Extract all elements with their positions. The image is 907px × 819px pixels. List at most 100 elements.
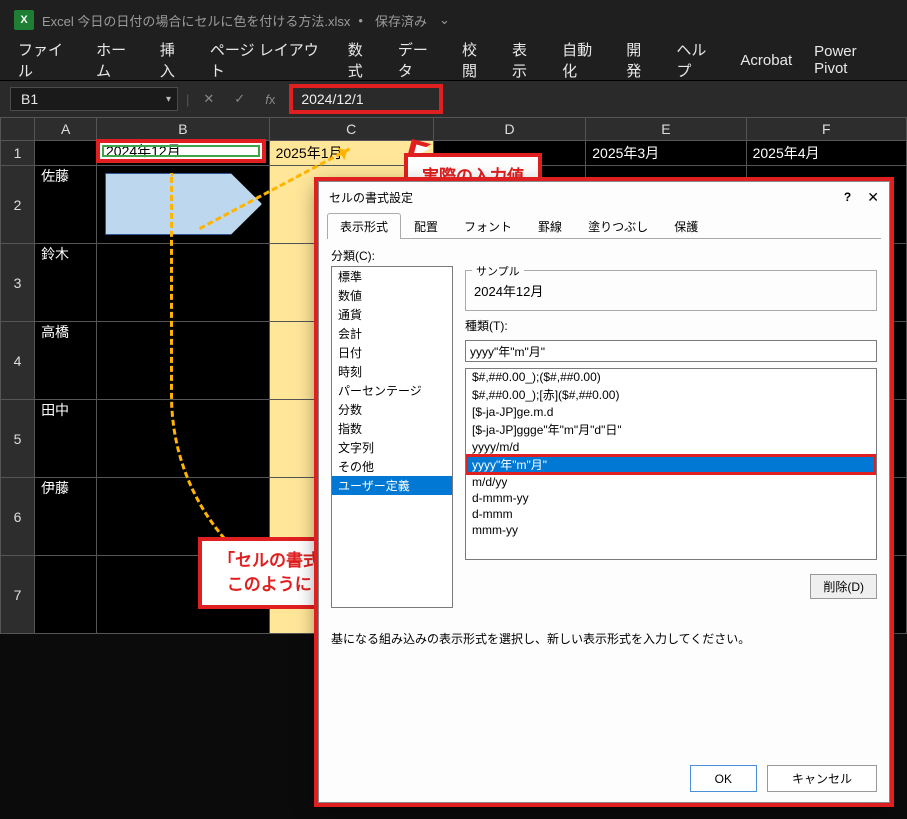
ribbon-tab-developer[interactable]: 開発	[626, 39, 654, 81]
category-item[interactable]: 分数	[332, 400, 452, 419]
type-label: 種類(T):	[465, 317, 877, 334]
chevron-down-icon[interactable]: ⌄	[435, 12, 454, 28]
row-header-3[interactable]: 3	[1, 244, 35, 322]
category-item[interactable]: パーセンテージ	[332, 381, 452, 400]
tab-alignment[interactable]: 配置	[401, 213, 451, 239]
confirm-entry-icon[interactable]: ✓	[228, 91, 251, 107]
type-item[interactable]: $#,##0.00_);($#,##0.00)	[466, 369, 876, 385]
type-input[interactable]	[465, 340, 877, 362]
ribbon-tab-automate[interactable]: 自動化	[562, 39, 604, 81]
cell-b4[interactable]	[97, 322, 269, 400]
workbook-filename: Excel 今日の日付の場合にセルに色を付ける方法.xlsx	[42, 11, 350, 30]
cell-f1[interactable]: 2025年4月	[746, 141, 906, 166]
name-box[interactable]: B1 ▾	[10, 87, 178, 111]
cancel-button[interactable]: キャンセル	[767, 765, 877, 792]
dialog-titlebar: セルの書式設定 ? ✕	[319, 182, 889, 212]
cell-a7[interactable]	[35, 556, 97, 634]
category-item[interactable]: 会計	[332, 324, 452, 343]
type-item[interactable]: d-mmm-yy	[466, 490, 876, 506]
category-item[interactable]: 日付	[332, 343, 452, 362]
help-icon[interactable]: ?	[844, 190, 851, 204]
tab-fill[interactable]: 塗りつぶし	[575, 213, 661, 239]
cell-b1-displayed-value: 2024年12月	[106, 141, 181, 161]
select-all-corner[interactable]	[1, 118, 35, 141]
row-header-2[interactable]: 2	[1, 166, 35, 244]
name-box-value: B1	[21, 91, 38, 107]
category-item[interactable]: 標準	[332, 267, 452, 286]
ribbon-tab-insert[interactable]: 挿入	[160, 39, 188, 81]
sample-box: サンプル 2024年12月	[465, 270, 877, 311]
sample-value: 2024年12月	[474, 281, 868, 300]
row-header-4[interactable]: 4	[1, 322, 35, 400]
category-item[interactable]: その他	[332, 457, 452, 476]
drawing-pentagon-shape[interactable]	[105, 173, 262, 235]
row-header-1[interactable]: 1	[1, 141, 35, 166]
dialog-hint-text: 基になる組み込みの表示形式を選択し、新しい表示形式を入力してください。	[331, 630, 877, 647]
col-header-e[interactable]: E	[586, 118, 746, 141]
ribbon-tab-acrobat[interactable]: Acrobat	[740, 52, 792, 69]
type-item[interactable]: $#,##0.00_);[赤]($#,##0.00)	[466, 385, 876, 404]
close-icon[interactable]: ✕	[867, 189, 879, 206]
type-item[interactable]: m/d/yy	[466, 474, 876, 490]
col-header-b[interactable]: B	[97, 118, 269, 141]
col-header-f[interactable]: F	[746, 118, 906, 141]
cell-b3[interactable]	[97, 244, 269, 322]
type-item[interactable]: yyyy/m/d	[466, 439, 876, 455]
row-header-7[interactable]: 7	[1, 556, 35, 634]
category-item[interactable]: 指数	[332, 419, 452, 438]
format-cells-dialog: セルの書式設定 ? ✕ 表示形式 配置 フォント 罫線 塗りつぶし 保護 分類(…	[318, 181, 890, 803]
category-list[interactable]: 標準 数値 通貨 会計 日付 時刻 パーセンテージ 分数 指数 文字列 その他 …	[331, 266, 453, 608]
save-state: 保存済み	[375, 11, 427, 30]
category-item[interactable]: 通貨	[332, 305, 452, 324]
cell-e1[interactable]: 2025年3月	[586, 141, 746, 166]
cell-a3[interactable]: 鈴木	[35, 244, 97, 322]
fx-icon[interactable]: fx	[259, 92, 281, 107]
category-item[interactable]: 数値	[332, 286, 452, 305]
ribbon-tab-data[interactable]: データ	[398, 39, 440, 81]
delete-format-button[interactable]: 削除(D)	[810, 574, 877, 599]
col-header-a[interactable]: A	[35, 118, 97, 141]
row-header-6[interactable]: 6	[1, 478, 35, 556]
cell-a4[interactable]: 高橋	[35, 322, 97, 400]
cell-b5[interactable]	[97, 400, 269, 478]
category-item-selected[interactable]: ユーザー定義	[332, 476, 452, 495]
cancel-entry-icon[interactable]: ✕	[197, 91, 220, 107]
dialog-tabs: 表示形式 配置 フォント 罫線 塗りつぶし 保護	[319, 212, 889, 238]
cell-a1[interactable]	[35, 141, 97, 166]
ribbon-tab-formulas[interactable]: 数式	[348, 39, 376, 81]
tab-font[interactable]: フォント	[451, 213, 525, 239]
ribbon-tab-home[interactable]: ホーム	[96, 39, 138, 81]
col-header-d[interactable]: D	[433, 118, 585, 141]
selected-cell-b1[interactable]: 2024年12月	[96, 139, 266, 163]
row-header-5[interactable]: 5	[1, 400, 35, 478]
cell-a2[interactable]: 佐藤	[35, 166, 97, 244]
type-item-selected[interactable]: yyyy"年"m"月"	[466, 455, 876, 474]
formula-bar: B1 ▾ | ✕ ✓ fx 2024/12/1	[0, 81, 907, 117]
type-item[interactable]: [$-ja-JP]ge.m.d	[466, 404, 876, 420]
category-item[interactable]: 時刻	[332, 362, 452, 381]
ribbon-tab-help[interactable]: ヘルプ	[676, 39, 718, 81]
type-item[interactable]: d-mmm	[466, 506, 876, 522]
ribbon-tab-review[interactable]: 校閲	[462, 39, 490, 81]
tab-protection[interactable]: 保護	[661, 213, 711, 239]
type-item[interactable]: [$-ja-JP]ggge"年"m"月"d"日"	[466, 420, 876, 439]
type-item[interactable]: mmm-yy	[466, 522, 876, 538]
ribbon-tabs: ファイル ホーム 挿入 ページ レイアウト 数式 データ 校閲 表示 自動化 開…	[0, 40, 907, 81]
cell-a5[interactable]: 田中	[35, 400, 97, 478]
category-item[interactable]: 文字列	[332, 438, 452, 457]
ribbon-tab-file[interactable]: ファイル	[18, 39, 74, 81]
sample-label: サンプル	[472, 263, 524, 279]
formula-input[interactable]: 2024/12/1	[289, 84, 443, 114]
cell-a6[interactable]: 伊藤	[35, 478, 97, 556]
tab-number-format[interactable]: 表示形式	[327, 213, 401, 239]
worksheet[interactable]: A B C D E F 1 2025年1月 2025年3月 2025年4月 2 …	[0, 117, 907, 819]
tab-border[interactable]: 罫線	[525, 213, 575, 239]
type-format-list[interactable]: $#,##0.00_);($#,##0.00) $#,##0.00_);[赤](…	[465, 368, 877, 560]
ribbon-tab-powerpivot[interactable]: Power Pivot	[814, 43, 889, 77]
excel-app-icon: X	[14, 10, 34, 30]
chevron-down-icon[interactable]: ▾	[166, 94, 171, 105]
ribbon-tab-pagelayout[interactable]: ページ レイアウト	[210, 39, 326, 81]
ok-button[interactable]: OK	[690, 765, 757, 792]
ribbon-tab-view[interactable]: 表示	[512, 39, 540, 81]
title-bar: X Excel 今日の日付の場合にセルに色を付ける方法.xlsx • 保存済み …	[0, 0, 907, 40]
